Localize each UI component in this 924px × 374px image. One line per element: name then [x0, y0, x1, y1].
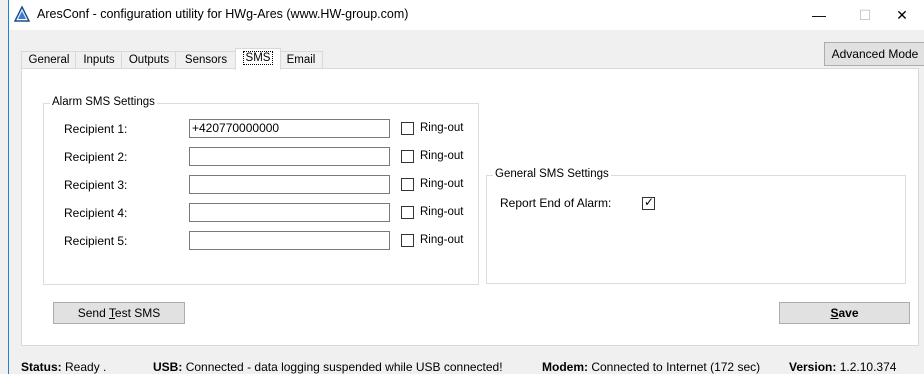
tab-outputs[interactable]: Outputs [121, 51, 177, 69]
status-value: Ready . [65, 360, 107, 374]
title-bar: AresConf - configuration utility for HWg… [9, 0, 924, 30]
tab-label: Outputs [128, 54, 170, 66]
tab-sms[interactable]: SMS [235, 48, 281, 70]
tab-label: SMS [242, 51, 274, 65]
minimize-button[interactable]: — [796, 0, 842, 30]
sms-tab-panel: Alarm SMS Settings Recipient 1: +4207700… [21, 68, 919, 346]
ringout-1-checkbox[interactable] [401, 122, 414, 135]
status-bar: Status: Ready . USB: Connected - data lo… [9, 350, 924, 374]
recipient-5-label: Recipient 5: [64, 234, 128, 248]
version-label: Version: [789, 360, 837, 374]
send-test-suffix: est SMS [114, 306, 161, 320]
general-sms-groupbox: General SMS Settings Report End of Alarm… [486, 168, 906, 284]
recipient-5-input[interactable] [189, 231, 390, 250]
tab-email[interactable]: Email [279, 51, 323, 69]
tab-label: Inputs [83, 54, 115, 66]
ringout-1-label: Ring-out [420, 122, 464, 134]
tab-label: General [28, 54, 70, 66]
usb-value: Connected - data logging suspended while… [185, 360, 503, 374]
recipient-4-input[interactable] [189, 203, 390, 222]
tab-inputs[interactable]: Inputs [75, 51, 123, 69]
ringout-4-checkbox[interactable] [401, 206, 414, 219]
recipient-1-input[interactable]: +420770000000 [189, 119, 390, 138]
status-field: Status: Ready . [21, 360, 106, 374]
ringout-2-label: Ring-out [420, 150, 464, 162]
alarm-sms-groupbox: Alarm SMS Settings Recipient 1: +4207700… [43, 96, 479, 285]
recipient-4-label: Recipient 4: [64, 206, 128, 220]
recipient-3-input[interactable] [189, 175, 390, 194]
advanced-mode-button[interactable]: Advanced Mode [824, 42, 924, 66]
modem-value: Connected to Internet (172 sec) [591, 360, 761, 374]
tab-label: Email [286, 54, 316, 66]
send-test-prefix: Send [77, 306, 109, 320]
recipient-2-input[interactable] [189, 147, 390, 166]
recipient-1-label: Recipient 1: [64, 122, 128, 136]
app-window: AresConf - configuration utility for HWg… [8, 0, 924, 374]
ringout-2-checkbox[interactable] [401, 150, 414, 163]
recipient-3-label: Recipient 3: [64, 178, 128, 192]
version-field: Version: 1.2.10.374 [789, 360, 896, 374]
save-suffix: ave [838, 306, 859, 320]
ringout-5-checkbox[interactable] [401, 234, 414, 247]
report-end-label: Report End of Alarm: [500, 196, 612, 210]
save-button[interactable]: Save [779, 302, 910, 324]
usb-label: USB: [153, 360, 183, 374]
alarm-sms-title: Alarm SMS Settings [50, 96, 157, 108]
version-value: 1.2.10.374 [839, 360, 897, 374]
ringout-5-label: Ring-out [420, 234, 464, 246]
modem-field: Modem: Connected to Internet (172 sec) [542, 360, 760, 374]
app-logo-icon [14, 6, 30, 22]
general-sms-title: General SMS Settings [493, 168, 611, 180]
modem-label: Modem: [542, 360, 588, 374]
report-end-checkbox[interactable]: ✓ [642, 195, 655, 210]
ringout-3-checkbox[interactable] [401, 178, 414, 191]
recipient-2-label: Recipient 2: [64, 150, 128, 164]
ringout-4-label: Ring-out [420, 206, 464, 218]
window-title: AresConf - configuration utility for HWg… [37, 7, 409, 21]
checkmark-icon: ✓ [644, 195, 655, 209]
tab-sensors[interactable]: Sensors [175, 51, 237, 69]
send-test-sms-button[interactable]: Send Test SMS [53, 302, 185, 324]
tab-label: Sensors [184, 54, 228, 66]
usb-field: USB: Connected - data logging suspended … [153, 360, 503, 374]
tab-general[interactable]: General [21, 51, 77, 69]
ringout-3-label: Ring-out [420, 178, 464, 190]
close-button[interactable]: ✕ [879, 0, 924, 30]
status-label: Status: [21, 360, 62, 374]
